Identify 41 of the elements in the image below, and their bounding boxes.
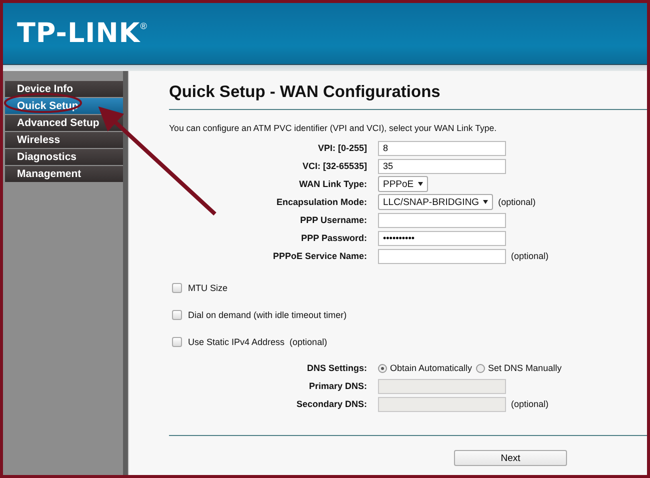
dropdown[interactable]: LLC/SNAP-BRIDGING (378, 194, 494, 210)
radio-button[interactable] (378, 364, 387, 372)
field-label: DNS Settings: (306, 363, 368, 373)
optional-note: (optional) (498, 197, 536, 207)
menu-item[interactable]: Management (5, 166, 123, 182)
checkbox[interactable] (172, 282, 182, 292)
menu-item[interactable]: Wireless (5, 132, 123, 148)
next-button[interactable]: Next (454, 450, 567, 466)
caret-icon (418, 182, 423, 186)
checkbox-label: Use Static IPv4 Address (optional) (188, 336, 328, 346)
field-label: Primary DNS: (308, 381, 368, 391)
caret-icon (483, 200, 488, 204)
menu-item[interactable]: Diagnostics (5, 149, 123, 165)
checkbox-label: MTU Size (188, 282, 228, 292)
logo: TP-LINK (17, 18, 140, 49)
input-field[interactable]: 8 (378, 140, 506, 156)
field-label: VPI: [0-255] (316, 143, 368, 153)
radio-button[interactable] (476, 364, 486, 372)
field-label: PPP Username: (299, 215, 368, 225)
trademark-symbol: ® (140, 21, 147, 31)
field-label: Secondary DNS: (295, 399, 368, 409)
radio-label: Set DNS Manually (488, 363, 562, 373)
checkbox-label: Dial on demand (with idle timeout timer) (188, 310, 347, 320)
menu-item[interactable]: Device Info (5, 81, 123, 97)
input-field[interactable]: •••••••••• (378, 230, 506, 246)
radio-label: Obtain Automatically (390, 363, 472, 373)
field-label: PPP Password: (300, 233, 368, 243)
input-field[interactable] (378, 212, 506, 228)
field-label: VCI: [32-65535] (301, 161, 368, 171)
checkbox[interactable] (172, 336, 182, 346)
optional-note: (optional) (511, 399, 549, 409)
dropdown[interactable]: PPPoE (378, 176, 428, 192)
page-title: Quick Setup - WAN Configurations (169, 82, 442, 103)
input-field[interactable] (378, 248, 506, 264)
intro-text: You can configure an ATM PVC identifier (VPI and VCI), select your WAN Link Type. (169, 123, 498, 133)
input-field[interactable]: 35 (378, 158, 506, 174)
checkbox[interactable] (172, 310, 182, 320)
optional-note: (optional) (511, 251, 549, 261)
field-label: Encapsulation Mode: (275, 197, 368, 207)
field-label: WAN Link Type: (298, 179, 368, 189)
field-label: PPPoE Service Name: (272, 251, 368, 261)
